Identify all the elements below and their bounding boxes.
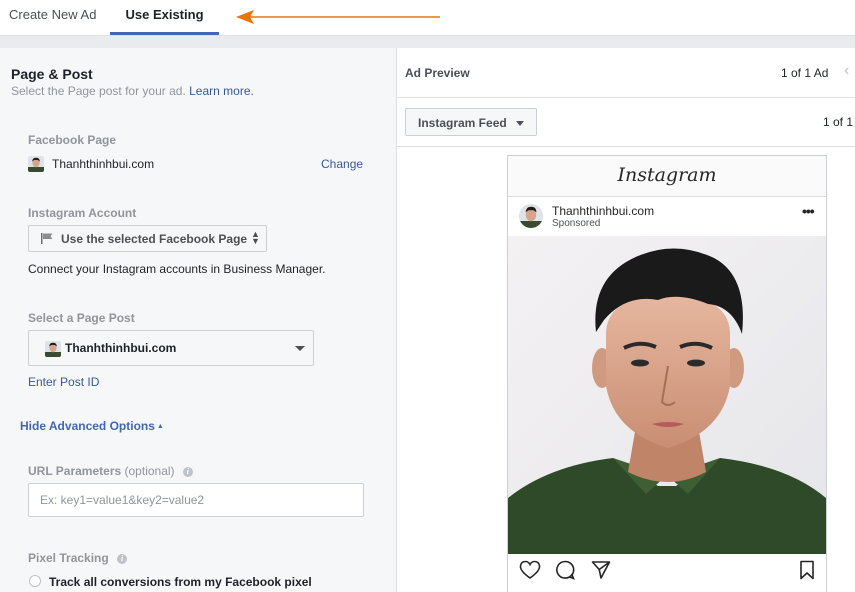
comment-icon[interactable] (555, 560, 575, 580)
url-parameters-optional: (optional) (124, 464, 175, 478)
url-parameters-input[interactable] (28, 483, 364, 517)
ad-preview-title: Ad Preview (405, 66, 470, 80)
hide-advanced-options-toggle[interactable]: Hide Advanced Options ▲ (20, 419, 164, 433)
chevron-down-icon (516, 121, 524, 126)
post-page-avatar (45, 341, 61, 357)
page-post-value: Thanhthinhbui.com (65, 341, 177, 355)
preview-header-divider (397, 97, 855, 98)
post-image (508, 236, 826, 554)
instagram-logo: Instagram (617, 164, 717, 186)
panel-divider (396, 48, 397, 592)
instagram-account-label: Instagram Account (28, 206, 137, 220)
placement-dropdown-label: Instagram Feed (418, 116, 507, 130)
post-account-name: Thanhthinhbui.com (552, 204, 655, 218)
section-title: Page & Post (11, 66, 93, 82)
section-subtitle-text: Select the Page post for your ad. (11, 84, 186, 98)
post-avatar (519, 204, 543, 228)
learn-more-link[interactable]: Learn more. (189, 84, 254, 98)
info-icon[interactable]: i (117, 554, 128, 564)
pixel-tracking-label-text: Pixel Tracking (28, 551, 109, 565)
track-conversions-label: Track all conversions from my Facebook p… (49, 575, 312, 589)
header-separator-band (0, 36, 855, 48)
placement-counter: 1 of 1 (823, 115, 854, 129)
updown-arrows-icon: ▲ ▼ (251, 229, 260, 246)
instagram-connect-note: Connect your Instagram accounts in Busin… (28, 262, 326, 276)
facebook-page-name: Thanhthinhbui.com (52, 157, 155, 171)
section-subtitle: Select the Page post for your ad. Learn … (11, 84, 254, 98)
more-dots-icon[interactable]: ••• (802, 203, 815, 219)
chevron-left-icon[interactable]: ‹ (844, 62, 849, 80)
tab-bar: Create New Ad Use Existing Post (0, 0, 855, 52)
bookmark-icon[interactable] (799, 560, 815, 580)
heart-icon[interactable] (519, 560, 541, 580)
instagram-account-select[interactable]: Use the selected Facebook Page ▲ ▼ (28, 225, 267, 252)
page-post-label: Select a Page Post (28, 311, 135, 325)
change-page-link[interactable]: Change (321, 157, 363, 171)
instagram-preview: Instagram Thanhthinhbui.com Sponsored ••… (507, 155, 827, 592)
url-parameters-label: URL Parameters (optional) i (28, 464, 193, 478)
tab-create-new-ad[interactable]: Create New Ad (9, 0, 96, 36)
triangle-up-icon: ▲ (156, 423, 164, 430)
share-icon[interactable] (591, 560, 611, 580)
sponsored-label: Sponsored (552, 218, 601, 229)
flag-icon (41, 233, 53, 244)
track-conversions-radio[interactable] (29, 575, 41, 587)
instagram-account-value: Use the selected Facebook Page (61, 232, 248, 246)
url-parameters-label-text: URL Parameters (28, 464, 122, 478)
enter-post-id-link[interactable]: Enter Post ID (28, 375, 99, 389)
post-actions (508, 560, 826, 584)
tab-use-existing-post[interactable]: Use Existing Post (110, 0, 219, 52)
pixel-tracking-label: Pixel Tracking i (28, 551, 128, 565)
hide-advanced-options-label: Hide Advanced Options (20, 419, 155, 433)
chevron-down-icon (295, 346, 305, 351)
page-avatar (28, 156, 44, 172)
info-icon[interactable]: i (182, 467, 193, 477)
annotation-arrow (236, 10, 440, 24)
ad-counter: 1 of 1 Ad (781, 66, 829, 80)
placement-dropdown[interactable]: Instagram Feed (405, 108, 537, 136)
facebook-page-label: Facebook Page (28, 133, 117, 147)
preview-toolbar-divider (397, 146, 855, 147)
instagram-header: Instagram (508, 156, 826, 197)
page-post-select[interactable]: Thanhthinhbui.com (28, 330, 314, 366)
